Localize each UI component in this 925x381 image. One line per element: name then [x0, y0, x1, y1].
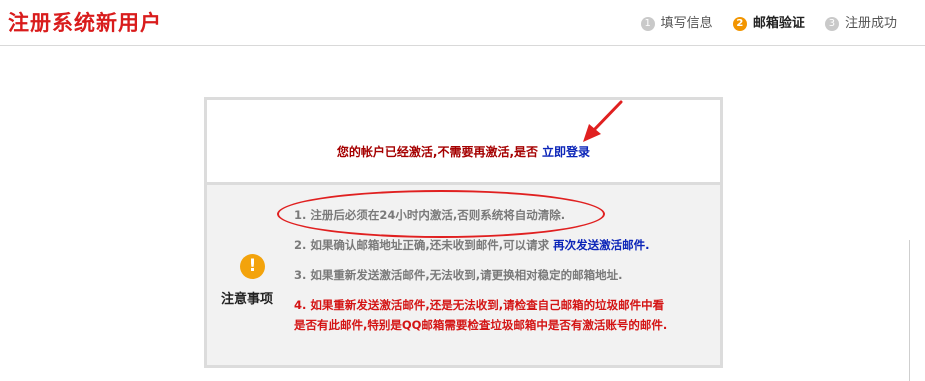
notice-section: ! 注意事项 1. 注册后必须在24小时内激活,否则系统将自动清除. 2. 如果…: [207, 185, 720, 365]
warning-icon: !: [240, 254, 265, 279]
login-now-link[interactable]: 立即登录: [542, 145, 590, 159]
activation-status-message: 您的帐户已经激活,不需要再激活,是否 立即登录: [207, 143, 720, 160]
step-number-1-icon: 1: [640, 17, 655, 31]
scrollbar-fragment[interactable]: [909, 240, 925, 381]
notice-item-2: 2. 如果确认邮箱地址正确,还未收到邮件,可以请求 再次发送激活邮件.: [294, 237, 650, 253]
notice-item-4-continued: 是否有此邮件,特别是QQ邮箱需要检查垃圾邮箱中是否有激活账号的邮件.: [294, 318, 668, 332]
resend-activation-link[interactable]: 再次发送激活邮件.: [553, 238, 649, 252]
step-label: 注册成功: [844, 16, 897, 31]
progress-steps: 1 填写信息 2 邮箱验证 3 注册成功: [625, 12, 897, 31]
step-email-verify: 2 邮箱验证: [732, 12, 805, 31]
notice-label: 注意事项: [221, 292, 274, 307]
header-bar: 注册系统新用户 1 填写信息 2 邮箱验证 3 注册成功: [0, 0, 925, 46]
step-number-3-icon: 3: [824, 17, 839, 31]
status-section: 您的帐户已经激活,不需要再激活,是否 立即登录: [207, 100, 720, 185]
notice-item-2-text: 2. 如果确认邮箱地址正确,还未收到邮件,可以请求: [294, 238, 550, 252]
step-register-success: 3 注册成功: [824, 12, 897, 31]
notice-item-4: 4. 如果重新发送激活邮件,还是无法收到,请检查自己邮箱的垃圾邮件中看: [294, 298, 665, 312]
step-label: 邮箱验证: [752, 16, 805, 31]
step-number-2-icon: 2: [732, 17, 747, 31]
notice-item-3: 3. 如果重新发送激活邮件,无法收到,请更换相对稳定的邮箱地址.: [294, 268, 623, 282]
activation-panel: 您的帐户已经激活,不需要再激活,是否 立即登录 ! 注意事项 1. 注册后必须在2…: [204, 97, 723, 368]
notice-item-1: 1. 注册后必须在24小时内激活,否则系统将自动清除.: [294, 208, 566, 222]
step-fill-info: 1 填写信息: [640, 12, 713, 31]
page-title: 注册系统新用户: [8, 11, 162, 35]
status-text: 您的帐户已经激活,不需要再激活,是否: [336, 145, 539, 159]
step-label: 填写信息: [660, 16, 713, 31]
annotation-arrow-icon: [583, 100, 623, 142]
